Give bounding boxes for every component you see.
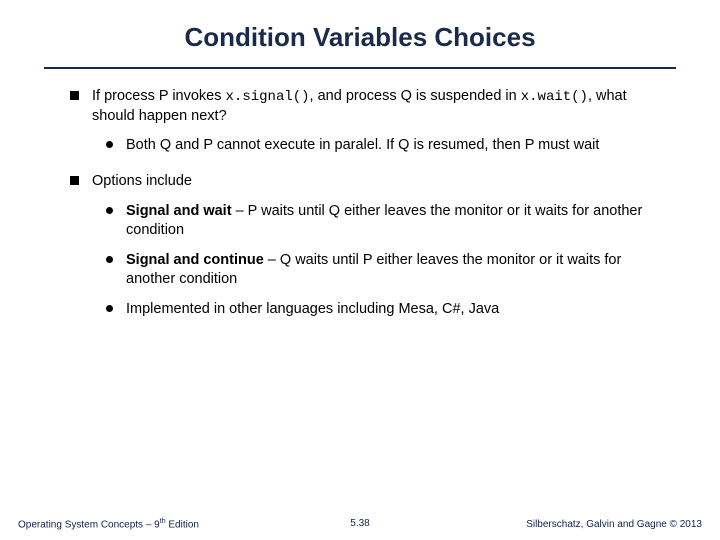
- text: Operating System Concepts – 9: [18, 519, 160, 530]
- text: Edition: [166, 519, 199, 530]
- bullet-2: Options include: [70, 172, 664, 192]
- footer-left: Operating System Concepts – 9th Edition: [18, 518, 199, 530]
- label: Signal and wait: [126, 203, 232, 219]
- text: If process P invokes: [92, 88, 226, 104]
- footer: Operating System Concepts – 9th Edition …: [0, 518, 720, 530]
- sub-bullet-signal-wait: Signal and wait – P waits until Q either…: [106, 202, 664, 241]
- slide: Condition Variables Choices If process P…: [0, 0, 720, 540]
- label: Signal and continue: [126, 252, 264, 268]
- sub-bullet-signal-continue: Signal and continue – Q waits until P ei…: [106, 251, 664, 290]
- code: x.signal(): [226, 89, 310, 105]
- slide-title: Condition Variables Choices: [0, 0, 720, 63]
- sub-bullet-1: Both Q and P cannot execute in paralel. …: [106, 136, 664, 156]
- footer-center: 5.38: [350, 518, 369, 529]
- bullet-1: If process P invokes x.signal(), and pro…: [70, 87, 664, 126]
- content-area: If process P invokes x.signal(), and pro…: [0, 69, 720, 319]
- code: x.wait(): [521, 89, 588, 105]
- text: , and process Q is suspended in: [310, 88, 521, 104]
- footer-right: Silberschatz, Galvin and Gagne © 2013: [526, 519, 702, 530]
- sub-bullet-impl: Implemented in other languages including…: [106, 300, 664, 320]
